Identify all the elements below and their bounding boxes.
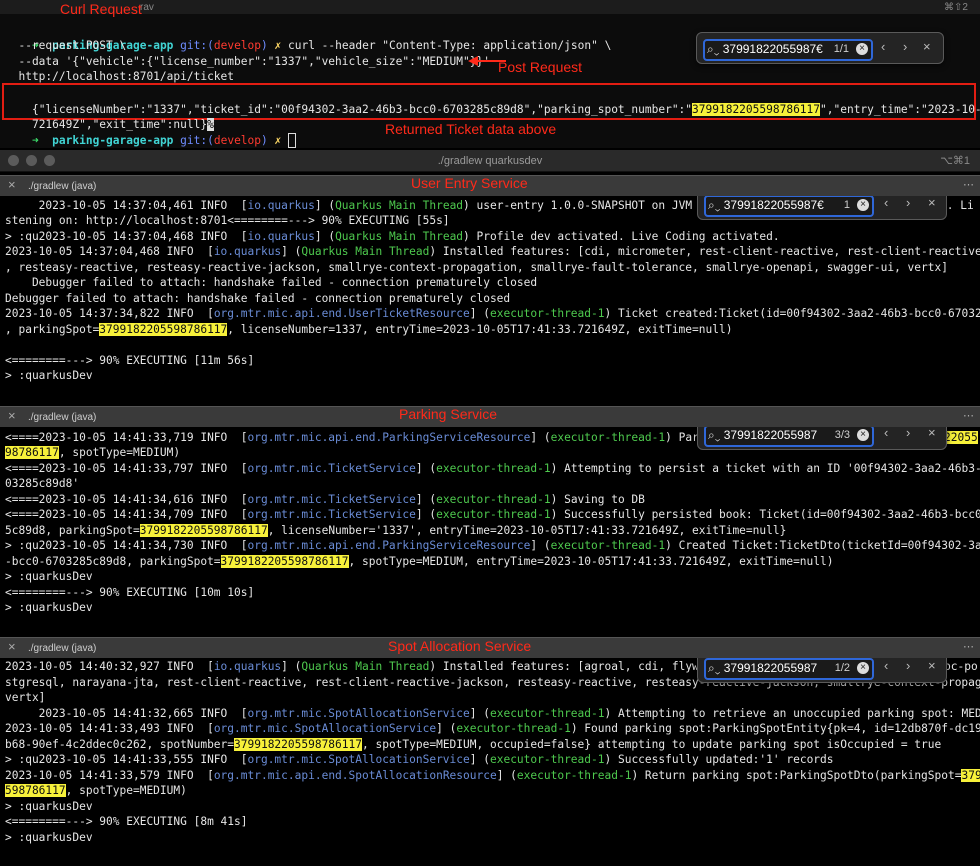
find-close-button[interactable]: × bbox=[928, 658, 936, 674]
find-input[interactable]: ⌕⌄ 37991822055987€ 1 × bbox=[704, 196, 874, 217]
log-line: 2023-10-05 14:41:33,493 INFO [org.mtr.mi… bbox=[5, 722, 980, 735]
log-line: stening on: http://localhost:8701<======… bbox=[5, 214, 450, 227]
log-line: Debugger failed to attach: handshake fai… bbox=[5, 292, 511, 305]
prompt-line-2[interactable]: ➜ parking-garage-app git:(develop) ✗ bbox=[5, 117, 297, 148]
log-line-end: bc-po bbox=[944, 660, 978, 673]
find-next-button[interactable]: › bbox=[903, 39, 907, 55]
log-line: 2023-10-05 14:37:04,468 INFO [io.quarkus… bbox=[5, 245, 980, 258]
find-next-button[interactable]: › bbox=[906, 196, 910, 211]
log-line: -bcc0-6703285c89d8, parkingSpot=37991822… bbox=[5, 555, 834, 568]
log-line: 2023-10-05 14:37:34,822 INFO [org.mtr.mi… bbox=[5, 307, 980, 320]
close-icon[interactable]: × bbox=[8, 408, 16, 424]
label-user-entry: User Entry Service bbox=[411, 175, 528, 191]
prompt-line[interactable]: > :quarkusDev bbox=[5, 569, 93, 585]
log-line: > :qu2023-10-05 14:41:34,730 INFO [org.m… bbox=[5, 539, 980, 552]
label-spot-allocation: Spot Allocation Service bbox=[388, 638, 532, 654]
log-line: , resteasy-reactive, resteasy-reactive-j… bbox=[5, 261, 948, 274]
prompt-line[interactable]: > :quarkusDev bbox=[5, 600, 93, 616]
find-bar-pane2: ⌕⌄ 37991822055987 3/3 × ‹ › × bbox=[697, 427, 947, 450]
log-line: 598786117, spotType=MEDIUM) bbox=[5, 784, 187, 797]
close-icon[interactable]: × bbox=[8, 639, 16, 655]
pane2-terminal: <====2023-10-05 14:41:33,719 INFO [org.m… bbox=[0, 427, 980, 635]
find-next-button[interactable]: › bbox=[906, 658, 910, 674]
log-line-end: 22055 bbox=[944, 431, 978, 444]
search-icon: ⌕⌄ bbox=[708, 198, 721, 212]
close-icon[interactable]: × bbox=[8, 177, 16, 193]
progress-line: <========---> 90% EXECUTING [8m 41s] bbox=[5, 815, 248, 828]
cmd-line-2: --request POST \ bbox=[5, 39, 127, 52]
pane2-tab-title: ./gradlew (java) bbox=[28, 412, 97, 423]
main-window-titlebar: ./gradlew quarkusdev ⌥⌘1 bbox=[0, 150, 980, 172]
more-icon[interactable]: ⋯ bbox=[963, 640, 974, 656]
top-shortcut: ⌘⇧2 bbox=[944, 2, 968, 13]
log-line: 2023-10-05 14:41:32,665 INFO [org.mtr.mi… bbox=[5, 707, 980, 720]
find-close-button[interactable]: × bbox=[928, 196, 936, 211]
main-window-shortcut: ⌥⌘1 bbox=[940, 155, 970, 167]
search-icon: ⌕⌄ bbox=[708, 428, 721, 442]
log-line: 5c89d8, parkingSpot=3799182205598786117,… bbox=[5, 524, 787, 537]
pane1-tabbar[interactable]: × ./gradlew (java) ⋯ User Entry Service bbox=[0, 175, 980, 197]
pane1-terminal: 2023-10-05 14:37:04,461 INFO [io.quarkus… bbox=[0, 196, 980, 404]
cmd-line-3: --data '{"vehicle":{"license_number":"13… bbox=[5, 55, 490, 68]
find-next-button[interactable]: › bbox=[906, 427, 910, 441]
log-line: > :qu2023-10-05 14:41:33,555 INFO [org.m… bbox=[5, 753, 834, 766]
progress-line: <========---> 90% EXECUTING [10m 10s] bbox=[5, 586, 255, 599]
log-line: <====2023-10-05 14:41:34,616 INFO [org.m… bbox=[5, 493, 645, 506]
label-parking-service: Parking Service bbox=[399, 406, 498, 422]
find-input[interactable]: ⌕⌄ 37991822055987 3/3 × bbox=[704, 427, 874, 447]
pane3-terminal: 2023-10-05 14:40:32,927 INFO [io.quarkus… bbox=[0, 658, 980, 866]
find-bar-pane3: ⌕⌄ 37991822055987 1/2 × ‹ › × bbox=[697, 658, 947, 683]
find-prev-button[interactable]: ‹ bbox=[884, 427, 888, 441]
clear-icon[interactable]: × bbox=[857, 662, 869, 674]
progress-line: <========---> 90% EXECUTING [11m 56s] bbox=[5, 354, 255, 367]
log-line: b68-90ef-4c2ddec0c262, spotNumber=379918… bbox=[5, 738, 942, 751]
curl-terminal: rav ⌘⇧2 Curl Request ➜ parking-garage-ap… bbox=[0, 0, 980, 148]
find-prev-button[interactable]: ‹ bbox=[884, 196, 888, 211]
log-line: Debugger failed to attach: handshake fai… bbox=[5, 276, 538, 289]
log-line: , parkingSpot=3799182205598786117, licen… bbox=[5, 323, 733, 336]
label-curl-request: Curl Request bbox=[60, 1, 142, 17]
more-icon[interactable]: ⋯ bbox=[963, 409, 974, 425]
clear-icon[interactable]: × bbox=[857, 199, 869, 211]
prompt-arrow-icon: ➜ bbox=[31, 133, 53, 147]
prompt-line[interactable]: > :quarkusDev bbox=[5, 799, 93, 815]
find-bar-pane1: ⌕⌄ 37991822055987€ 1 × ‹ › × bbox=[697, 196, 947, 220]
log-line: 2023-10-05 14:40:32,927 INFO [io.quarkus… bbox=[5, 660, 740, 673]
pane2-tabbar[interactable]: × ./gradlew (java) ⋯ Parking Service bbox=[0, 406, 980, 428]
prompt-line[interactable]: > :quarkusDev bbox=[5, 830, 93, 846]
main-window-title: ./gradlew quarkusdev bbox=[437, 155, 543, 167]
log-line: 2023-10-05 14:41:33,579 INFO [org.mtr.mi… bbox=[5, 768, 980, 784]
clear-icon[interactable]: × bbox=[856, 43, 868, 55]
log-line: <====2023-10-05 14:41:33,719 INFO [org.m… bbox=[5, 431, 732, 444]
top-window-title: rav bbox=[140, 2, 154, 13]
find-close-button[interactable]: × bbox=[923, 39, 931, 55]
more-icon[interactable]: ⋯ bbox=[963, 178, 974, 194]
label-post-request: Post Request bbox=[498, 59, 583, 75]
log-line: <====2023-10-05 14:41:34,709 INFO [org.m… bbox=[5, 508, 980, 521]
find-prev-button[interactable]: ‹ bbox=[884, 658, 888, 674]
clear-icon[interactable]: × bbox=[857, 429, 869, 441]
log-line: 03285c89d8' bbox=[5, 477, 80, 490]
log-line: vertx] bbox=[5, 691, 46, 704]
pane1-tab-title: ./gradlew (java) bbox=[28, 181, 97, 192]
pane3-tab-title: ./gradlew (java) bbox=[28, 643, 97, 654]
pane3-tabbar[interactable]: × ./gradlew (java) ⋯ Spot Allocation Ser… bbox=[0, 637, 980, 659]
search-icon: ⌕⌄ bbox=[708, 661, 721, 675]
find-close-button[interactable]: × bbox=[928, 427, 936, 441]
find-bar-top: ⌕⌄ 37991822055987€ 1/1 × ‹ › × bbox=[696, 32, 944, 64]
find-input[interactable]: ⌕⌄ 37991822055987€ 1/1 × bbox=[703, 39, 873, 61]
search-icon: ⌕⌄ bbox=[707, 42, 720, 56]
log-line: <====2023-10-05 14:41:33,797 INFO [org.m… bbox=[5, 462, 980, 475]
log-line: 98786117, spotType=MEDIUM) bbox=[5, 446, 181, 459]
label-returned-ticket: Returned Ticket data above bbox=[385, 121, 557, 137]
find-prev-button[interactable]: ‹ bbox=[881, 39, 885, 55]
text-cursor bbox=[288, 133, 297, 148]
log-line: 2023-10-05 14:37:04,461 INFO [io.quarkus… bbox=[5, 199, 733, 212]
prompt-line[interactable]: > :quarkusDev bbox=[5, 368, 93, 384]
find-input[interactable]: ⌕⌄ 37991822055987 1/2 × bbox=[704, 658, 874, 680]
log-line: > :qu2023-10-05 14:37:04,468 INFO [io.qu… bbox=[5, 230, 780, 243]
